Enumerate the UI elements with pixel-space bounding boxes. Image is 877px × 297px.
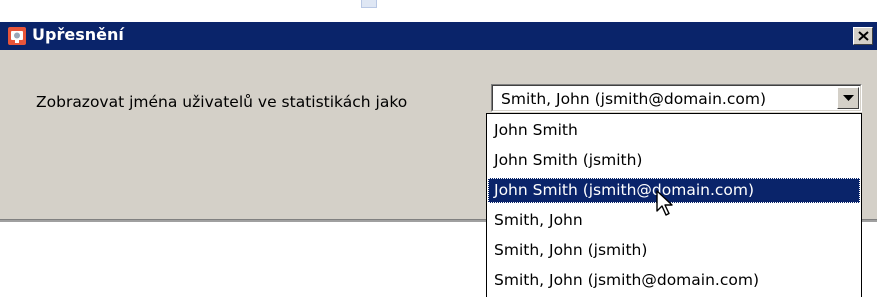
dropdown-option[interactable]: John Smith: [488, 118, 860, 143]
dropdown-toggle-button[interactable]: [837, 87, 859, 109]
username-format-label: Zobrazovat jména uživatelů ve statistiká…: [36, 93, 408, 111]
mouse-pointer-icon: [656, 190, 673, 216]
background-window-strip: [0, 0, 877, 22]
background-tab-peek: [361, 0, 377, 8]
close-button[interactable]: [853, 27, 873, 45]
dropdown-option[interactable]: Smith, John: [488, 208, 860, 233]
close-icon: [858, 31, 869, 41]
app-icon: [8, 27, 26, 45]
username-format-select[interactable]: Smith, John (jsmith@domain.com): [491, 84, 862, 112]
dropdown-option[interactable]: Smith, John (jsmith): [488, 238, 860, 263]
dialog-titlebar[interactable]: Upřesnění: [0, 22, 877, 50]
select-current-value: Smith, John (jsmith@domain.com): [501, 90, 766, 108]
dropdown-option-highlighted[interactable]: John Smith (jsmith@domain.com): [488, 178, 860, 203]
dialog-title: Upřesnění: [32, 25, 124, 44]
dropdown-list[interactable]: John Smith John Smith (jsmith) John Smit…: [486, 113, 862, 297]
chevron-down-icon: [843, 95, 854, 101]
dropdown-option[interactable]: Smith, John (jsmith@domain.com): [488, 268, 860, 293]
dropdown-option[interactable]: John Smith (jsmith): [488, 148, 860, 173]
